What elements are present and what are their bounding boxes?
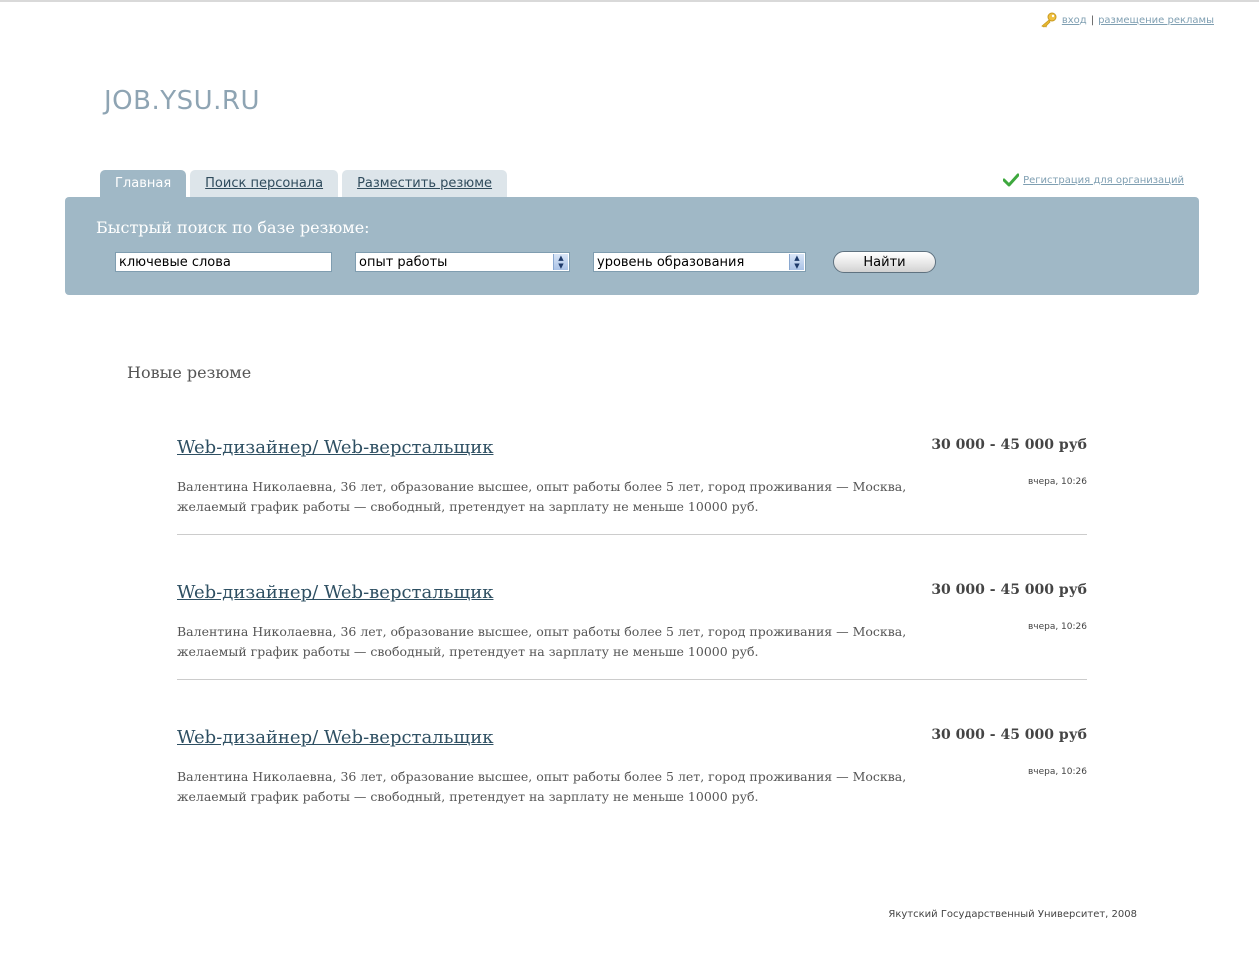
- resume-description: Валентина Николаевна, 36 лет, образовани…: [177, 479, 907, 514]
- education-select[interactable]: уровень образования ▲ ▼: [593, 252, 806, 272]
- resume-title-link[interactable]: Web-дизайнер/ Web-верстальщик: [177, 727, 493, 748]
- footer-copyright: Якутский Государственный Университет, 20…: [888, 909, 1137, 920]
- resume-title-link[interactable]: Web-дизайнер/ Web-верстальщик: [177, 437, 493, 458]
- resume-item: Web-дизайнер/ Web-верстальщик 30 000 - 4…: [177, 437, 1087, 547]
- resume-salary: 30 000 - 45 000 руб: [931, 582, 1087, 598]
- login-link[interactable]: вход: [1062, 15, 1087, 26]
- select-arrows-icon[interactable]: ▲ ▼: [789, 254, 804, 270]
- resume-date: вчера, 10:26: [1027, 767, 1087, 777]
- top-links: вход | размещение рекламы: [1040, 12, 1214, 28]
- tab-post-resume[interactable]: Разместить резюме: [342, 170, 508, 197]
- main-tabs: Главная Поиск персонала Разместить резюм…: [100, 170, 508, 197]
- site-logo[interactable]: JOB.YSU.RU: [104, 86, 260, 116]
- select-arrows-icon[interactable]: ▲ ▼: [553, 254, 568, 270]
- tab-staff-search[interactable]: Поиск персонала: [190, 170, 339, 197]
- resume-title-link[interactable]: Web-дизайнер/ Web-верстальщик: [177, 582, 493, 603]
- keywords-input[interactable]: ключевые слова: [115, 252, 332, 272]
- search-title: Быстрый поиск по базе резюме:: [96, 218, 370, 237]
- checkmark-icon: [1003, 173, 1020, 187]
- resume-date: вчера, 10:26: [1027, 622, 1087, 632]
- experience-select-value: опыт работы: [359, 255, 448, 270]
- links-separator: |: [1090, 14, 1095, 26]
- section-title: Новые резюме: [127, 363, 252, 382]
- registration-link[interactable]: Регистрация для организаций: [1003, 173, 1184, 187]
- divider: [177, 679, 1087, 680]
- resume-item: Web-дизайнер/ Web-верстальщик 30 000 - 4…: [177, 727, 1087, 837]
- top-border: [0, 0, 1259, 2]
- key-icon: [1041, 12, 1057, 28]
- resume-item: Web-дизайнер/ Web-верстальщик 30 000 - 4…: [177, 582, 1087, 692]
- experience-select[interactable]: опыт работы ▲ ▼: [355, 252, 570, 272]
- resume-description: Валентина Николаевна, 36 лет, образовани…: [177, 769, 907, 804]
- ads-link[interactable]: размещение рекламы: [1098, 15, 1214, 26]
- resume-description: Валентина Николаевна, 36 лет, образовани…: [177, 624, 907, 659]
- resume-salary: 30 000 - 45 000 руб: [931, 437, 1087, 453]
- quick-search-panel: Быстрый поиск по базе резюме: ключевые с…: [65, 197, 1199, 295]
- find-button[interactable]: Найти: [833, 251, 936, 273]
- divider: [177, 534, 1087, 535]
- registration-link-label: Регистрация для организаций: [1023, 174, 1184, 186]
- tab-home[interactable]: Главная: [100, 170, 187, 197]
- education-select-value: уровень образования: [597, 255, 745, 270]
- resume-salary: 30 000 - 45 000 руб: [931, 727, 1087, 743]
- resume-date: вчера, 10:26: [1027, 477, 1087, 487]
